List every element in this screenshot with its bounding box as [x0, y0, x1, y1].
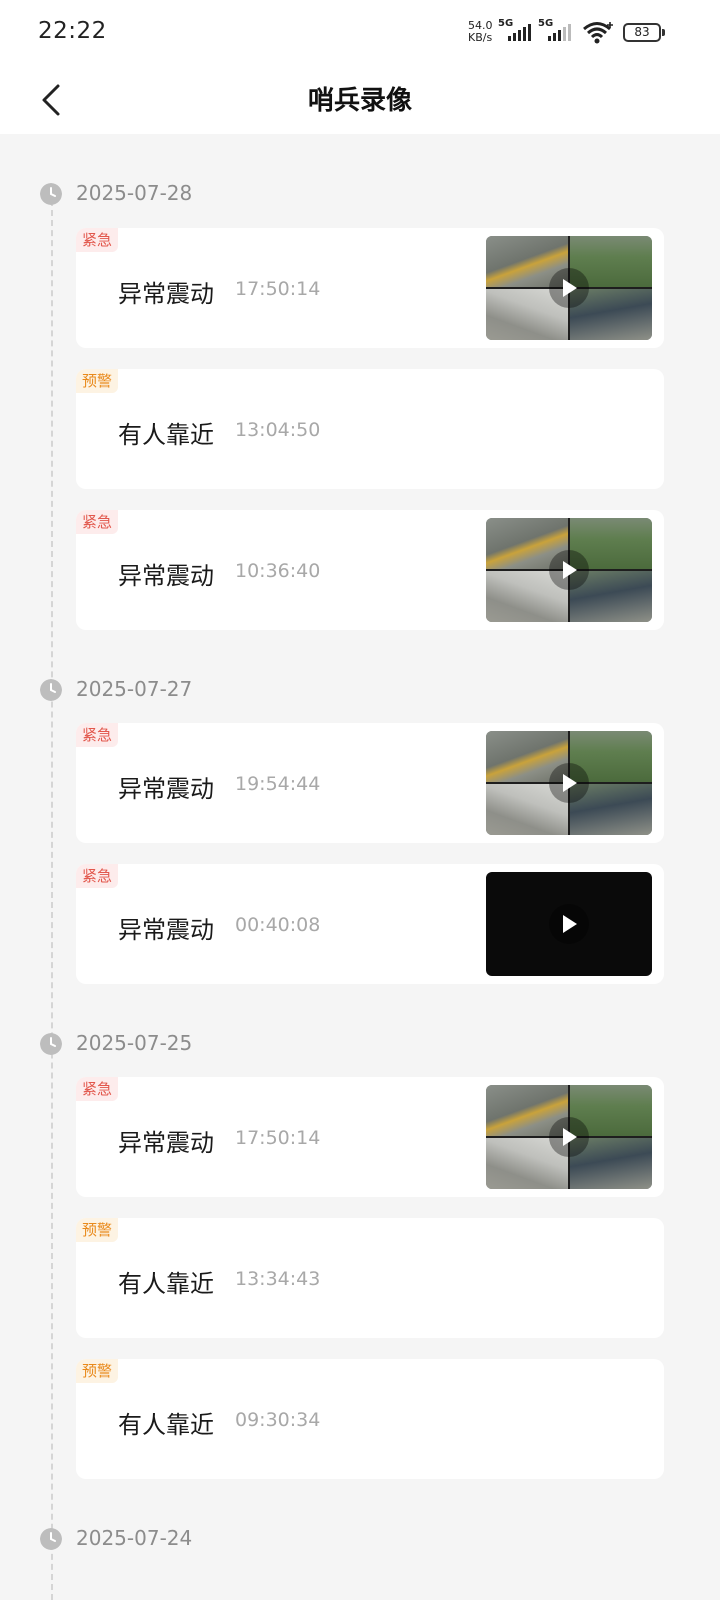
event-name: 有人靠近 [118, 1270, 214, 1298]
page-title: 哨兵录像 [307, 86, 412, 116]
warning-tag: 预警 [76, 1359, 119, 1383]
event-time: 13:04:50 [235, 419, 321, 441]
event-card[interactable]: 预警 有人靠近 13:34:43 [76, 1218, 664, 1338]
urgent-tag: 紧急 [76, 228, 119, 252]
event-card[interactable]: 紧急 异常震动 17:50:14 [76, 1077, 664, 1197]
event-time: 13:34:43 [235, 1268, 321, 1290]
video-thumbnail[interactable] [486, 872, 652, 976]
video-thumbnail[interactable] [486, 731, 652, 835]
warning-tag: 预警 [76, 1218, 119, 1242]
event-card[interactable]: 预警 有人靠近 09:30:34 [76, 1359, 664, 1479]
event-card[interactable]: 紧急 异常震动 10:36:40 [76, 510, 664, 630]
event-card[interactable]: 紧急 异常震动 00:40:08 [76, 864, 664, 984]
date-label: 2025-07-28 [76, 181, 193, 205]
status-time: 22:22 [38, 18, 107, 44]
urgent-tag: 紧急 [76, 723, 119, 747]
event-card[interactable]: 紧急 异常震动 19:54:44 [76, 723, 664, 843]
date-label: 2025-07-27 [76, 677, 193, 701]
battery-tip [662, 29, 665, 36]
video-thumbnail[interactable] [486, 518, 652, 622]
urgent-tag: 紧急 [76, 864, 119, 888]
event-name: 有人靠近 [118, 421, 214, 449]
event-time: 17:50:14 [235, 1127, 321, 1149]
battery-icon: 83 [623, 23, 661, 42]
clock-icon [40, 183, 62, 205]
event-time: 19:54:44 [235, 773, 321, 795]
event-name: 有人靠近 [118, 1411, 214, 1439]
clock-icon [40, 1033, 62, 1055]
play-icon [549, 763, 589, 803]
status-bar: 22:22 54.0 KB/s 5G 5G 83 [0, 0, 720, 66]
network-speed-unit: KB/s [468, 31, 493, 44]
event-card[interactable]: 预警 有人靠近 13:04:50 [76, 369, 664, 489]
date-label: 2025-07-24 [76, 1526, 193, 1550]
clock-icon [40, 1528, 62, 1550]
clock-icon [40, 679, 62, 701]
event-time: 10:36:40 [235, 560, 321, 582]
urgent-tag: 紧急 [76, 510, 119, 534]
date-label: 2025-07-25 [76, 1031, 193, 1055]
event-name: 异常震动 [118, 280, 214, 308]
urgent-tag: 紧急 [76, 1077, 119, 1101]
event-name: 异常震动 [118, 775, 214, 803]
event-name: 异常震动 [118, 562, 214, 590]
play-icon [549, 268, 589, 308]
app-header: 哨兵录像 [0, 66, 720, 134]
event-time: 00:40:08 [235, 914, 321, 936]
video-thumbnail[interactable] [486, 1085, 652, 1189]
play-icon [549, 904, 589, 944]
event-time: 09:30:34 [235, 1409, 321, 1431]
wifi-icon [583, 22, 613, 44]
event-name: 异常震动 [118, 1129, 214, 1157]
play-icon [549, 1117, 589, 1157]
timeline-line [51, 200, 53, 1600]
warning-tag: 预警 [76, 369, 119, 393]
video-thumbnail[interactable] [486, 236, 652, 340]
event-name: 异常震动 [118, 916, 214, 944]
event-time: 17:50:14 [235, 278, 321, 300]
event-card[interactable]: 紧急 异常震动 17:50:14 [76, 228, 664, 348]
network-speed: 54.0 KB/s [468, 20, 493, 44]
play-icon [549, 550, 589, 590]
